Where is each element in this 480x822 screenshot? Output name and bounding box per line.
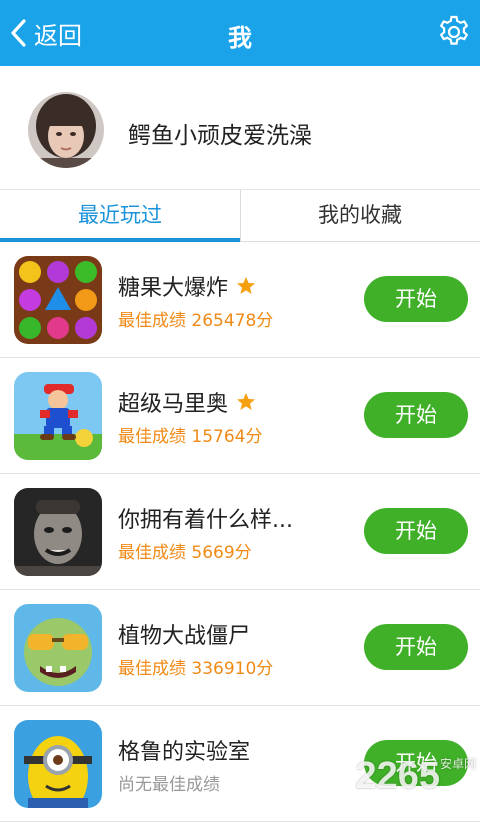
quiz-game-icon	[14, 488, 102, 576]
game-title-row: 糖果大爆炸	[118, 270, 256, 302]
game-title-row: 你拥有着什么样...	[118, 502, 293, 534]
start-button[interactable]: 开始	[364, 276, 468, 322]
candy-game-icon	[14, 256, 102, 344]
star-icon	[236, 276, 256, 296]
avatar[interactable]	[28, 92, 104, 168]
user-nickname: 鳄鱼小顽皮爱洗澡	[128, 116, 312, 150]
start-button[interactable]: 开始	[364, 392, 468, 438]
list-item[interactable]: 植物大战僵尸 最佳成绩 336910分 开始	[0, 590, 480, 706]
tab-my-favorites[interactable]: 我的收藏	[240, 190, 480, 242]
star-icon	[236, 392, 256, 412]
start-button[interactable]: 开始	[364, 624, 468, 670]
game-title: 格鲁的实验室	[118, 734, 250, 766]
game-list: 糖果大爆炸 最佳成绩 265478分 开始	[0, 242, 480, 822]
page-title: 我	[0, 18, 480, 53]
best-score: 最佳成绩 265478分	[118, 306, 273, 331]
game-title-row: 植物大战僵尸	[118, 618, 250, 650]
game-title: 你拥有着什么样...	[118, 502, 293, 534]
list-item[interactable]: 你拥有着什么样... 最佳成绩 5669分 开始	[0, 474, 480, 590]
best-score: 最佳成绩 5669分	[118, 538, 252, 563]
site-watermark: 2265安卓网	[355, 755, 476, 798]
game-title-row: 格鲁的实验室	[118, 734, 250, 766]
mario-game-icon	[14, 372, 102, 460]
best-score: 最佳成绩 15764分	[118, 422, 262, 447]
watermark-sub: 安卓网	[440, 757, 476, 771]
game-title: 植物大战僵尸	[118, 618, 250, 650]
tab-bar: 最近玩过 我的收藏	[0, 190, 480, 242]
zombie-game-icon	[14, 604, 102, 692]
list-item[interactable]: 超级马里奥 最佳成绩 15764分 开始	[0, 358, 480, 474]
game-title: 糖果大爆炸	[118, 270, 228, 302]
best-score: 最佳成绩 336910分	[118, 654, 273, 679]
top-bar: 返回 我	[0, 0, 480, 66]
minion-game-icon	[14, 720, 102, 808]
best-score: 尚无最佳成绩	[118, 770, 220, 795]
profile-section: 鳄鱼小顽皮爱洗澡	[0, 66, 480, 190]
watermark-main: 2265	[355, 755, 440, 797]
tab-recently-played[interactable]: 最近玩过	[0, 190, 240, 242]
gear-icon[interactable]	[436, 14, 472, 50]
list-item[interactable]: 糖果大爆炸 最佳成绩 265478分 开始	[0, 242, 480, 358]
start-button[interactable]: 开始	[364, 508, 468, 554]
game-title-row: 超级马里奥	[118, 386, 256, 418]
game-title: 超级马里奥	[118, 386, 228, 418]
